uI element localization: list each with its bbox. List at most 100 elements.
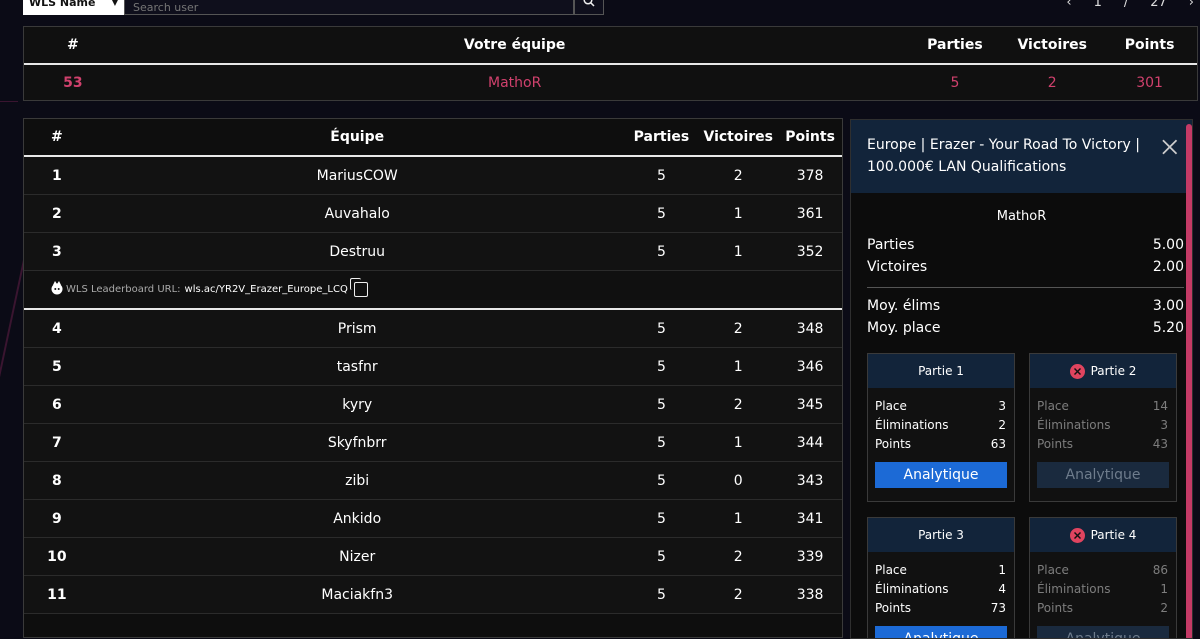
rank-cell: 9 (52, 510, 62, 527)
pagination: ‹ 1 / 27 › (1066, 0, 1200, 10)
game-stat-points: Points 63 (875, 434, 1006, 453)
column-header-rank: # (51, 129, 63, 145)
leaderboard-url-label: WLS Leaderboard URL: (66, 284, 181, 295)
parties-cell: 5 (656, 396, 666, 413)
game-card-header: Partie 3 (868, 518, 1014, 552)
game-title: Partie 2 (1090, 364, 1137, 378)
team-cell: MathoR (487, 75, 542, 91)
victoires-cell: 2 (1047, 75, 1057, 91)
leaderboard-url-value[interactable]: wls.ac/YR2V_Erazer_Europe_LCQ (185, 284, 348, 295)
column-header-points: Points (1124, 37, 1175, 53)
victoires-cell: 2 (733, 548, 743, 565)
chevron-down-icon: ▼ (111, 0, 118, 7)
rank-cell: 4 (52, 320, 62, 337)
team-cell: Nizer (339, 548, 376, 565)
table-row[interactable]: 6 kyry 5 2 345 (24, 386, 842, 424)
stat-value: 73 (990, 600, 1006, 615)
team-cell: tasfnr (336, 358, 378, 375)
analytics-button[interactable]: Analytique (1037, 462, 1169, 488)
game-stat-elims: Éliminations 3 (1037, 415, 1168, 434)
points-cell: 344 (796, 434, 824, 451)
column-header-rank: # (67, 37, 79, 53)
next-page-button[interactable]: › (1189, 0, 1194, 10)
your-team-header: # Votre équipe Parties Victoires Points (24, 27, 1197, 65)
rank-cell: 11 (47, 586, 67, 603)
victoires-cell: 1 (733, 205, 743, 222)
parties-cell: 5 (656, 358, 666, 375)
game-card-header: Partie 1 (868, 354, 1014, 388)
stat-label: Place (875, 398, 907, 413)
game-card: Partie 1 Place 3 Éliminations 2 Points 63 Analy… (867, 353, 1015, 502)
search-icon (583, 0, 595, 7)
rank-cell: 6 (52, 396, 62, 413)
game-stat-points: Points 73 (875, 598, 1006, 617)
table-row[interactable]: 9 Ankido 5 1 341 (24, 500, 842, 538)
game-stat-points: Points 43 (1037, 434, 1168, 453)
stat-value: 2 (1160, 600, 1168, 615)
victoires-cell: 1 (733, 434, 743, 451)
failed-x-icon (1069, 527, 1085, 543)
rank-cell: 8 (52, 472, 62, 489)
stat-label: Place (1037, 562, 1069, 577)
team-cell: Auvahalo (324, 205, 390, 222)
stat-label: Points (875, 600, 912, 615)
analytics-button[interactable]: Analytique (875, 626, 1007, 638)
victoires-cell: 1 (733, 510, 743, 527)
game-stat-place: Place 14 (1037, 396, 1168, 415)
analytics-button[interactable]: Analytique (1037, 626, 1169, 638)
analytics-button[interactable]: Analytique (875, 462, 1007, 488)
stat-label: Points (1037, 436, 1074, 451)
search-button[interactable] (574, 0, 604, 15)
table-row[interactable]: 4 Prism 5 2 348 (24, 310, 842, 348)
team-cell: Ankido (333, 510, 382, 527)
victoires-cell: 0 (733, 472, 743, 489)
panel-title: Europe | Erazer - Your Road To Victory |… (867, 137, 1140, 175)
column-header-team: Équipe (330, 129, 385, 145)
stat-label: Éliminations (875, 417, 949, 432)
victoires-cell: 2 (733, 396, 743, 413)
search-input[interactable] (124, 0, 574, 15)
stat-value: 14 (1152, 398, 1168, 413)
table-row[interactable]: 10 Nizer 5 2 339 (24, 538, 842, 576)
parties-cell: 5 (950, 75, 960, 91)
stat-value: 63 (990, 436, 1006, 451)
prev-page-button[interactable]: ‹ (1066, 0, 1071, 10)
table-row[interactable]: 5 tasfnr 5 1 346 (24, 348, 842, 386)
team-cell: Prism (337, 320, 377, 337)
column-header-victoires: Victoires (1017, 37, 1087, 53)
table-row[interactable]: 11 Maciakfn3 5 2 338 (24, 576, 842, 614)
team-cell: MariusCOW (316, 167, 398, 184)
table-row[interactable]: 8 zibi 5 0 343 (24, 462, 842, 500)
points-cell: 343 (796, 472, 824, 489)
close-icon[interactable] (1161, 138, 1178, 156)
column-header-parties: Parties (927, 37, 983, 53)
table-row[interactable]: 2 Auvahalo 5 1 361 (24, 195, 842, 233)
background-line (0, 101, 18, 102)
team-cell: Skyfnbrr (327, 434, 387, 451)
stat-value: 2.00 (1152, 259, 1184, 275)
filter-select[interactable]: WLS Name ▼ (23, 0, 124, 15)
table-row[interactable]: 1 MariusCOW 5 2 378 (24, 157, 842, 195)
stat-label: Points (1037, 600, 1074, 615)
failed-x-icon (1069, 363, 1085, 379)
game-card: Partie 2 Place 14 Éliminations 3 Points 43 Anal… (1029, 353, 1177, 502)
game-stat-elims: Éliminations 1 (1037, 579, 1168, 598)
total-pages: 27 (1150, 0, 1167, 10)
parties-cell: 5 (656, 472, 666, 489)
points-cell: 361 (796, 205, 824, 222)
game-card-header: Partie 4 (1030, 518, 1176, 552)
search-bar: WLS Name ▼ (23, 0, 604, 15)
stat-label: Éliminations (875, 581, 949, 596)
table-row[interactable]: 3 Destruu 5 1 352 (24, 233, 842, 271)
stat-parties: Parties 5.00 (851, 234, 1192, 256)
stat-value: 2 (998, 417, 1006, 432)
parties-cell: 5 (656, 510, 666, 527)
table-row[interactable]: 7 Skyfnbrr 5 1 344 (24, 424, 842, 462)
stat-label: Parties (867, 237, 915, 253)
game-title: Partie 3 (918, 528, 964, 542)
filter-select-label: WLS Name (29, 0, 96, 9)
copy-icon[interactable] (349, 278, 368, 297)
your-team-row[interactable]: 53 MathoR 5 2 301 (24, 65, 1197, 101)
panel-scrollbar[interactable] (1186, 124, 1192, 638)
column-header-team: Votre équipe (463, 37, 566, 53)
